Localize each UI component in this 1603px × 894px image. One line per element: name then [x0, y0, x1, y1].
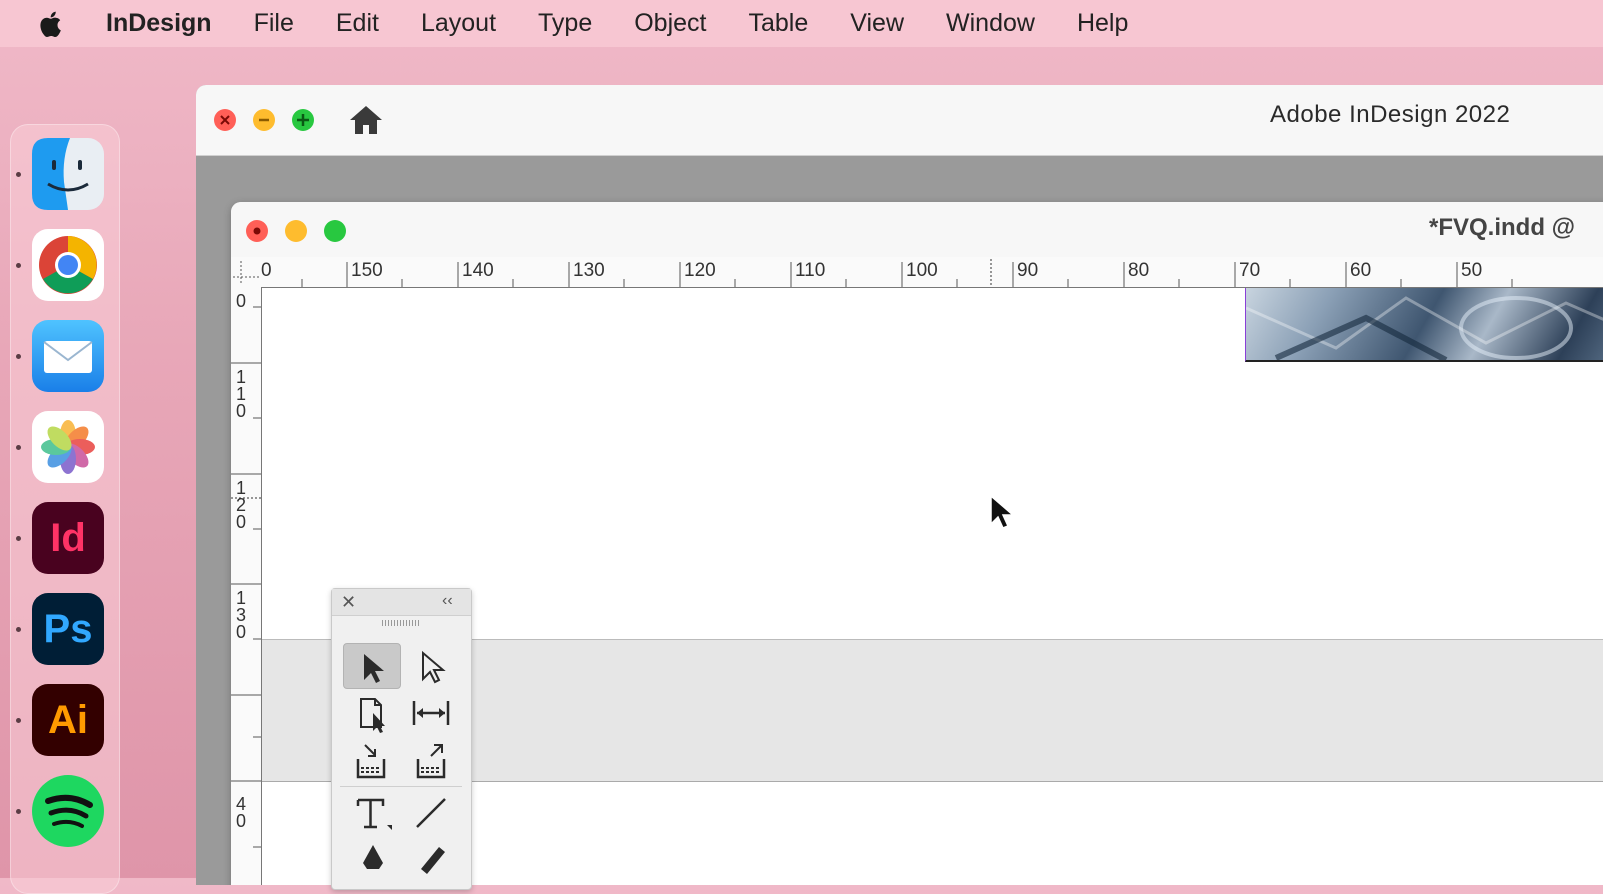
- tools-panel-header[interactable]: ✕ ‹‹: [332, 589, 471, 616]
- dock-running-indicator: [16, 445, 21, 450]
- line-tool-icon: [416, 798, 446, 828]
- gap-tool[interactable]: [403, 691, 459, 735]
- ruler-label: 110: [795, 260, 826, 281]
- menu-help[interactable]: Help: [1077, 9, 1128, 38]
- ruler-label: 40: [235, 794, 246, 831]
- indesign-label: Id: [50, 515, 86, 560]
- ruler-label: 130: [573, 260, 605, 281]
- dock-running-indicator: [16, 809, 21, 814]
- document-close-button[interactable]: [246, 220, 268, 242]
- mail-icon[interactable]: [32, 320, 104, 392]
- home-icon[interactable]: [348, 104, 384, 136]
- type-tool[interactable]: [343, 791, 399, 835]
- ruler-label: 140: [462, 260, 494, 281]
- document-title-bar: *FVQ.indd @: [231, 202, 1603, 257]
- mouse-pointer-icon: [988, 494, 1018, 532]
- type-tool-icon: [356, 798, 392, 830]
- ruler-label: 120: [235, 478, 246, 532]
- close-window-button[interactable]: [214, 109, 236, 131]
- app-window-title: Adobe InDesign 2022: [1270, 101, 1511, 128]
- document-minimize-button[interactable]: [285, 220, 307, 242]
- dock-running-indicator: [16, 718, 21, 723]
- close-icon: [220, 115, 230, 125]
- illustrator-label: Ai: [48, 697, 88, 742]
- horizontal-ruler[interactable]: 0 150 140 130 120 110 100 90 80 70 60 50: [261, 257, 1603, 288]
- close-dot-icon: [253, 227, 261, 235]
- ruler-label: 110: [235, 367, 246, 421]
- content-collector-icon: [356, 744, 386, 779]
- ruler-label: 130: [235, 588, 246, 642]
- ruler-label: 0: [261, 260, 272, 281]
- content-placer-icon: [416, 744, 446, 779]
- ruler-label: 70: [1239, 260, 1261, 281]
- dock-running-indicator: [16, 172, 21, 177]
- dock-running-indicator: [16, 354, 21, 359]
- selection-arrow-icon: [364, 654, 384, 683]
- menu-file[interactable]: File: [254, 9, 294, 38]
- page-tool-icon: [360, 698, 385, 733]
- spotify-icon[interactable]: [32, 775, 104, 847]
- pencil-tool-icon: [421, 847, 445, 874]
- ruler-label: 0: [235, 291, 246, 311]
- ruler-label: 90: [1017, 260, 1039, 281]
- menu-app-name[interactable]: InDesign: [106, 9, 212, 38]
- close-panel-button[interactable]: ✕: [341, 593, 356, 611]
- page-tool[interactable]: [343, 691, 399, 735]
- finder-icon[interactable]: [32, 138, 104, 210]
- placed-image: [1246, 296, 1603, 360]
- illustrator-icon[interactable]: Ai: [32, 684, 104, 756]
- dock: Id Ps Ai: [10, 124, 120, 894]
- pen-tool-icon: [363, 845, 383, 869]
- dock-running-indicator: [16, 263, 21, 268]
- menu-object[interactable]: Object: [634, 9, 706, 38]
- line-tool[interactable]: [403, 791, 459, 835]
- photoshop-label: Ps: [43, 606, 93, 651]
- ruler-label: 80: [1128, 260, 1150, 281]
- ruler-label: 150: [351, 260, 383, 281]
- dock-running-indicator: [16, 627, 21, 632]
- zoom-icon: [297, 114, 309, 126]
- menu-bar: InDesign File Edit Layout Type Object Ta…: [0, 0, 1603, 47]
- panel-grip-handle[interactable]: [382, 620, 420, 626]
- menu-type[interactable]: Type: [538, 9, 592, 38]
- dock-running-indicator: [16, 536, 21, 541]
- menu-edit[interactable]: Edit: [336, 9, 379, 38]
- ruler-label: 120: [684, 260, 716, 281]
- menu-table[interactable]: Table: [749, 9, 809, 38]
- indesign-icon[interactable]: Id: [32, 502, 104, 574]
- content-placer-tool[interactable]: [403, 739, 459, 783]
- image-frame[interactable]: [1245, 288, 1603, 362]
- menu-view[interactable]: View: [850, 9, 904, 38]
- content-collector-tool[interactable]: [343, 739, 399, 783]
- tools-panel: ✕ ‹‹: [331, 588, 472, 890]
- menu-layout[interactable]: Layout: [421, 9, 496, 38]
- ruler-label: 60: [1350, 260, 1372, 281]
- minimize-icon: [259, 118, 269, 122]
- photoshop-icon[interactable]: Ps: [32, 593, 104, 665]
- tools-separator: [340, 786, 462, 787]
- pencil-tool[interactable]: [403, 839, 459, 883]
- ruler-origin[interactable]: [231, 257, 262, 288]
- ruler-label: 100: [906, 260, 938, 281]
- direct-selection-arrow-icon: [422, 650, 446, 684]
- menu-window[interactable]: Window: [946, 9, 1035, 38]
- minimize-window-button[interactable]: [253, 109, 275, 131]
- direct-selection-tool[interactable]: [403, 643, 459, 687]
- app-title-bar: Adobe InDesign 2022: [196, 85, 1603, 156]
- ruler-origin-icon: [233, 261, 259, 285]
- gap-tool-icon: [412, 701, 450, 725]
- chrome-icon[interactable]: [32, 229, 104, 301]
- pen-tool[interactable]: [343, 839, 399, 883]
- vertical-ruler[interactable]: 0 110 120 130 40: [231, 287, 262, 885]
- photos-icon[interactable]: [32, 411, 104, 483]
- document-zoom-button[interactable]: [324, 220, 346, 242]
- apple-logo-icon[interactable]: [38, 9, 66, 39]
- selection-tool[interactable]: [343, 643, 401, 689]
- zoom-window-button[interactable]: [292, 109, 314, 131]
- document-title: *FVQ.indd @: [1429, 214, 1576, 241]
- collapse-panel-button[interactable]: ‹‹: [442, 592, 453, 610]
- ruler-label: 50: [1461, 260, 1483, 281]
